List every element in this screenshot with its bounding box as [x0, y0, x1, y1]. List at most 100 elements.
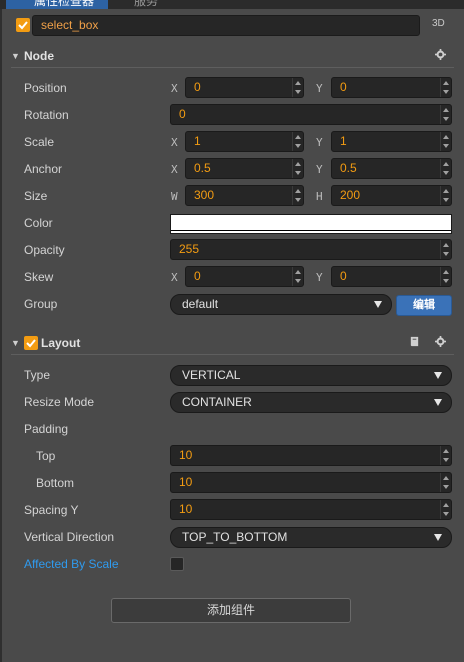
color-picker-swatch[interactable]: [170, 214, 452, 234]
scale-x-axis-label: X: [171, 136, 178, 149]
scale-label: Scale: [24, 135, 55, 149]
padding-label: Padding: [24, 422, 69, 436]
tab-inspector[interactable]: 属性检查器: [6, 0, 108, 9]
padding-bottom-stepper[interactable]: [440, 473, 451, 492]
padding-top-row: Top 10: [0, 444, 464, 468]
scale-y-value: 1: [340, 134, 347, 148]
anchor-label: Anchor: [24, 162, 63, 176]
skew-x-stepper[interactable]: [292, 267, 303, 286]
affected-by-scale-checkbox[interactable]: [170, 557, 184, 571]
section-divider: [11, 67, 454, 68]
size-h-axis-label: H: [316, 190, 323, 203]
resize-mode-label: Resize Mode: [24, 395, 95, 409]
padding-bottom-input[interactable]: 10: [170, 472, 452, 493]
anchor-x-stepper[interactable]: [292, 159, 303, 178]
skew-x-axis-label: X: [171, 271, 178, 284]
size-width-stepper[interactable]: [292, 186, 303, 205]
anchor-x-input[interactable]: 0.5: [185, 158, 304, 179]
anchor-y-input[interactable]: 0.5: [331, 158, 452, 179]
layout-section-header[interactable]: ▼ Layout: [11, 333, 454, 355]
group-label: Group: [24, 297, 58, 311]
gear-icon[interactable]: [435, 336, 446, 347]
scale-x-value: 1: [194, 134, 201, 148]
position-x-stepper[interactable]: [292, 78, 303, 97]
scale-x-stepper[interactable]: [292, 132, 303, 151]
layout-type-select[interactable]: VERTICAL: [170, 365, 452, 386]
opacity-label: Opacity: [24, 243, 65, 257]
panel-tab-strip: 属性检查器 服务: [0, 0, 464, 9]
size-row: Size W 300 H 200: [0, 184, 464, 208]
collapse-arrow-icon[interactable]: ▼: [11, 51, 20, 61]
affected-by-scale-label: Affected By Scale: [24, 557, 119, 571]
collapse-arrow-icon[interactable]: ▼: [11, 338, 20, 348]
vertical-direction-value: TOP_TO_BOTTOM: [182, 530, 288, 544]
size-height-value: 200: [340, 188, 361, 202]
padding-bottom-value: 10: [179, 475, 193, 489]
caret-down-icon: [434, 372, 442, 379]
vertical-direction-select[interactable]: TOP_TO_BOTTOM: [170, 527, 452, 548]
scale-x-input[interactable]: 1: [185, 131, 304, 152]
padding-top-input[interactable]: 10: [170, 445, 452, 466]
position-y-input[interactable]: 0: [331, 77, 452, 98]
scale-y-axis-label: Y: [316, 136, 323, 149]
spacing-y-row: Spacing Y 10: [0, 498, 464, 522]
opacity-value: 255: [179, 242, 200, 256]
size-height-input[interactable]: 200: [331, 185, 452, 206]
anchor-x-axis-label: X: [171, 163, 178, 176]
rotation-input[interactable]: 0: [170, 104, 452, 125]
skew-y-value: 0: [340, 269, 347, 283]
rotation-stepper[interactable]: [440, 105, 451, 124]
position-row: Position X 0 Y 0: [0, 76, 464, 100]
skew-y-axis-label: Y: [316, 271, 323, 284]
check-icon: [26, 339, 36, 348]
node-section-header[interactable]: ▼ Node: [11, 46, 454, 68]
tab-services[interactable]: 服务: [112, 0, 192, 9]
group-select[interactable]: default: [170, 294, 392, 315]
padding-row: Padding: [0, 417, 464, 441]
spacing-y-value: 10: [179, 502, 193, 516]
skew-x-input[interactable]: 0: [185, 266, 304, 287]
edit-group-button[interactable]: 编辑: [396, 295, 452, 316]
position-y-axis-label: Y: [316, 82, 323, 95]
layout-enabled-checkbox[interactable]: [24, 336, 38, 350]
spacing-y-input[interactable]: 10: [170, 499, 452, 520]
padding-top-stepper[interactable]: [440, 446, 451, 465]
opacity-input[interactable]: 255: [170, 239, 452, 260]
anchor-row: Anchor X 0.5 Y 0.5: [0, 157, 464, 181]
node-active-checkbox[interactable]: [16, 18, 30, 32]
layout-section-title: Layout: [41, 336, 81, 350]
padding-top-label: Top: [36, 449, 56, 463]
size-height-stepper[interactable]: [440, 186, 451, 205]
padding-bottom-label: Bottom: [36, 476, 75, 490]
skew-x-value: 0: [194, 269, 201, 283]
rotation-label: Rotation: [24, 108, 69, 122]
skew-y-stepper[interactable]: [440, 267, 451, 286]
anchor-y-stepper[interactable]: [440, 159, 451, 178]
resize-mode-select[interactable]: CONTAINER: [170, 392, 452, 413]
size-width-input[interactable]: 300: [185, 185, 304, 206]
3d-toggle[interactable]: 3D: [432, 18, 445, 29]
node-name-input[interactable]: select_box: [32, 15, 420, 36]
rotation-value: 0: [179, 107, 186, 121]
position-x-input[interactable]: 0: [185, 77, 304, 98]
padding-top-value: 10: [179, 448, 193, 462]
add-component-button[interactable]: 添加组件: [111, 598, 351, 623]
color-row: Color: [0, 211, 464, 235]
book-icon[interactable]: [409, 336, 420, 347]
gear-icon[interactable]: [435, 49, 446, 60]
position-x-axis-label: X: [171, 82, 178, 95]
scale-row: Scale X 1 Y 1: [0, 130, 464, 154]
position-y-stepper[interactable]: [440, 78, 451, 97]
scale-y-stepper[interactable]: [440, 132, 451, 151]
resize-mode-value: CONTAINER: [182, 395, 252, 409]
skew-y-input[interactable]: 0: [331, 266, 452, 287]
size-width-value: 300: [194, 188, 215, 202]
node-header: select_box 3D: [11, 14, 456, 38]
scale-y-input[interactable]: 1: [331, 131, 452, 152]
opacity-stepper[interactable]: [440, 240, 451, 259]
layout-type-row: Type VERTICAL: [0, 363, 464, 387]
layout-type-label: Type: [24, 368, 51, 382]
spacing-y-label: Spacing Y: [24, 503, 79, 517]
spacing-y-stepper[interactable]: [440, 500, 451, 519]
node-section-title: Node: [24, 49, 54, 63]
